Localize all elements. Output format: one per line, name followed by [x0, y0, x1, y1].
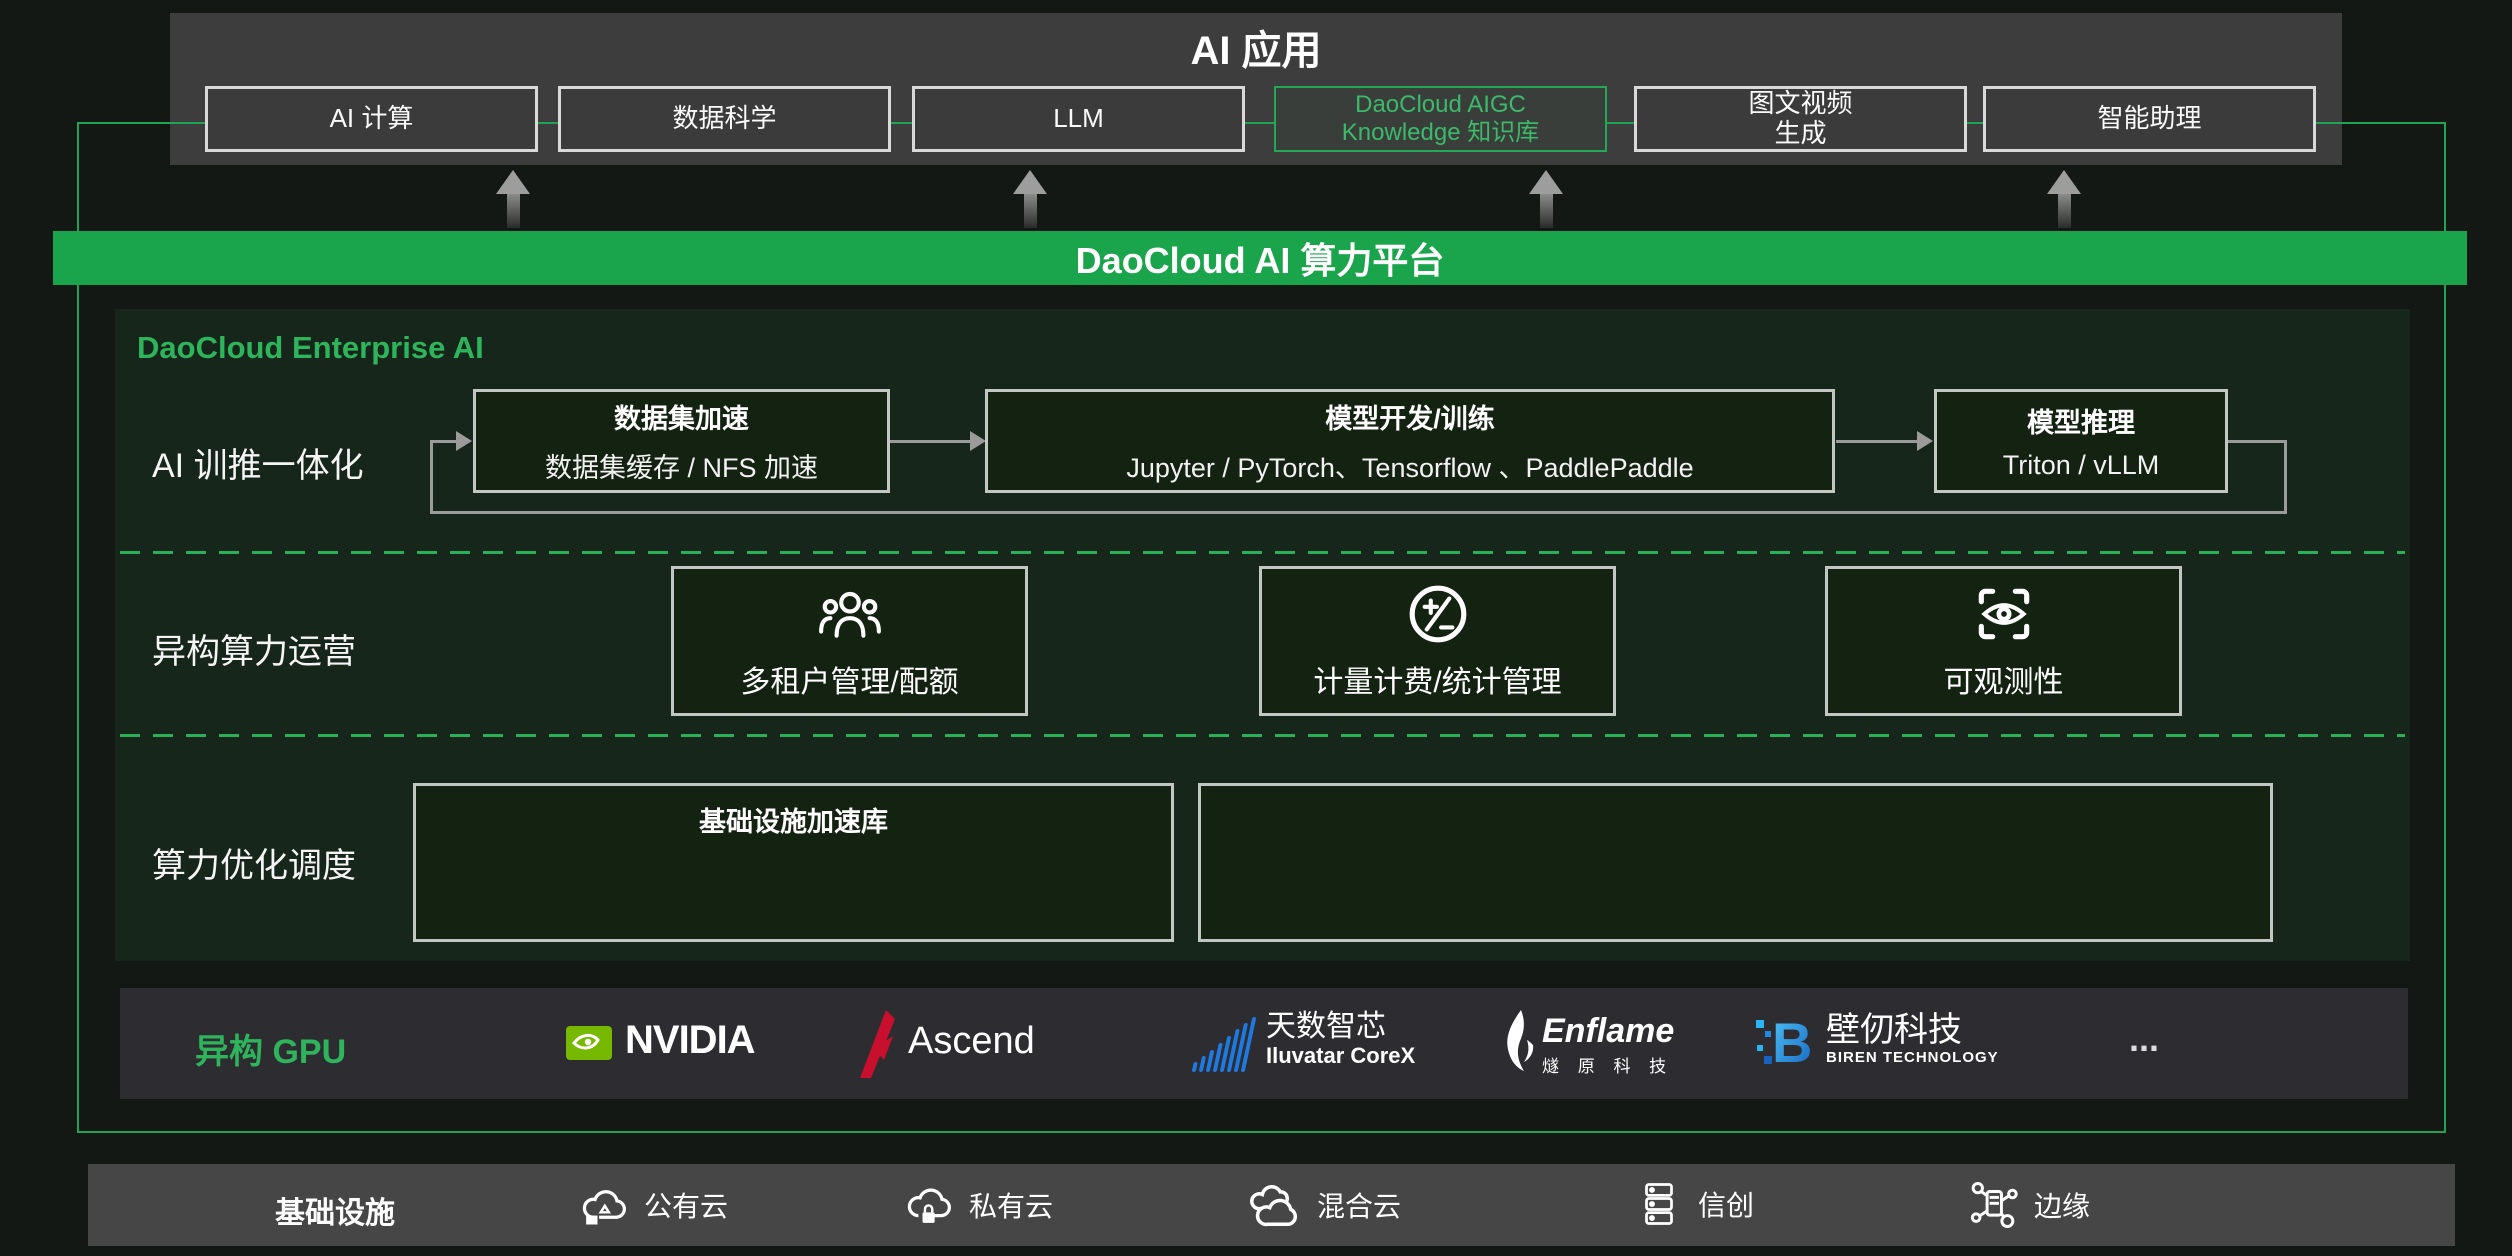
- frame-bottom-line: [77, 1131, 2446, 1133]
- dataset-accel-title: 数据集加速: [614, 397, 749, 436]
- app-box-data-science: 数据科学: [558, 86, 891, 152]
- up-arrow-icon: [496, 170, 530, 228]
- connector-line: [1836, 440, 1918, 443]
- observability-label: 可观测性: [1944, 657, 2064, 701]
- app-box-label: 数据科学: [672, 104, 776, 134]
- multi-tenant-users-icon: [817, 581, 883, 647]
- biren-en-label: BIREN TECHNOLOGY: [1826, 1049, 1999, 1066]
- infra-item-private-cloud: 私有云: [903, 1179, 1053, 1231]
- loop-stub-line: [2228, 440, 2286, 443]
- infrastructure-bar: 基础设施 公有云 私有云: [88, 1164, 2455, 1246]
- public-cloud-label: 公有云: [644, 1185, 728, 1225]
- more-vendors-ellipsis: ...: [2129, 1018, 2159, 1060]
- app-box-label: 智能助理: [2097, 104, 2201, 134]
- model-dev-train-box: 模型开发/训练 Jupyter / PyTorch、Tensorflow 、Pa…: [985, 389, 1835, 493]
- infrastructure-label: 基础设施: [275, 1188, 395, 1232]
- biren-wordmark: 壁仞科技 BIREN TECHNOLOGY: [1826, 1012, 1999, 1066]
- enflame-cn-label: 燧 原 科 技: [1542, 1052, 1674, 1077]
- ascend-logo-icon: [853, 1008, 899, 1080]
- row-separator-dashed: [120, 551, 2405, 554]
- app-box-label-line1: 图文视频: [1748, 89, 1852, 119]
- model-inference-box: 模型推理 Triton / vLLM: [1934, 389, 2228, 493]
- row1-label: AI 训推一体化: [152, 438, 364, 487]
- model-dev-train-title: 模型开发/训练: [1325, 397, 1495, 436]
- gpu-bar-label: 异构 GPU: [195, 1024, 346, 1073]
- infra-accel-lib-title: 基础设施加速库: [699, 800, 888, 839]
- infra-item-hybrid-cloud: 混合云: [1247, 1177, 1401, 1233]
- gpu-vendors-bar: 异构 GPU NVIDIA Ascend: [120, 988, 2408, 1099]
- iluvatar-cn-label: 天数智芯: [1266, 1010, 1415, 1043]
- app-box-assistant: 智能助理: [1983, 86, 2316, 152]
- loop-bottom-rail: [430, 511, 2287, 514]
- loop-left-line: [430, 440, 433, 514]
- xinchuang-label: 信创: [1698, 1184, 1754, 1224]
- app-box-aigc-knowledge: DaoCloud AIGC Knowledge 知识库: [1274, 86, 1607, 152]
- infra-item-public-cloud: 公有云: [578, 1179, 728, 1231]
- row-separator-dashed: [120, 734, 2405, 737]
- edge-label: 边缘: [2034, 1185, 2090, 1225]
- up-arrow-icon: [1013, 170, 1047, 228]
- biren-logo-icon: B: [1752, 1012, 1818, 1074]
- right-arrowhead-icon: [970, 431, 986, 451]
- iluvatar-en-label: Iluvatar CoreX: [1266, 1043, 1415, 1069]
- metering-billing-label: 计量计费/统计管理: [1313, 657, 1561, 701]
- hybrid-cloud-icon: [1247, 1177, 1303, 1233]
- model-inference-subtitle: Triton / vLLM: [2003, 450, 2160, 481]
- observability-eye-icon: [1971, 581, 2037, 647]
- enterprise-title: DaoCloud Enterprise AI: [137, 330, 484, 366]
- row2-label: 异构算力运营: [152, 624, 356, 673]
- edge-nodes-icon: [1966, 1178, 2020, 1232]
- public-cloud-icon: [578, 1179, 630, 1231]
- dataset-accel-subtitle: 数据集缓存 / NFS 加速: [545, 446, 818, 485]
- app-box-ai-compute: AI 计算: [205, 86, 538, 152]
- nvidia-wordmark: NVIDIA: [625, 1018, 755, 1063]
- iluvatar-logo-icon: [1180, 1014, 1256, 1076]
- model-inference-title: 模型推理: [2027, 401, 2135, 440]
- dataset-accel-box: 数据集加速 数据集缓存 / NFS 加速: [473, 389, 890, 493]
- row3-label: 算力优化调度: [152, 838, 356, 887]
- scheduling-box: [1198, 783, 2273, 942]
- app-box-label-line2: Knowledge 知识库: [1342, 119, 1539, 147]
- loop-return-line: [430, 440, 458, 443]
- private-cloud-icon: [903, 1179, 955, 1231]
- enflame-logo-icon: [1502, 1008, 1534, 1078]
- enflame-en-label: Enflame: [1542, 1014, 1674, 1048]
- app-box-image-video-gen: 图文视频 生成: [1634, 86, 1967, 152]
- app-box-label: AI 计算: [330, 104, 414, 134]
- metering-billing-box: 计量计费/统计管理: [1259, 566, 1616, 716]
- loop-right-line: [2284, 440, 2287, 514]
- app-box-label: LLM: [1053, 104, 1104, 134]
- infra-item-xinchuang: 信创: [1634, 1179, 1754, 1229]
- nvidia-logo-icon: [565, 1019, 613, 1067]
- private-cloud-label: 私有云: [969, 1185, 1053, 1225]
- enflame-wordmark: Enflame 燧 原 科 技: [1542, 1014, 1674, 1077]
- app-box-llm: LLM: [912, 86, 1245, 152]
- biren-cn-label: 壁仞科技: [1826, 1012, 1999, 1049]
- architecture-diagram: AI 应用 AI 计算 数据科学 LLM DaoCloud AIGC Knowl…: [0, 0, 2512, 1256]
- multi-tenant-box: 多租户管理/配额: [671, 566, 1028, 716]
- observability-box: 可观测性: [1825, 566, 2182, 716]
- metering-billing-icon: [1405, 581, 1471, 647]
- multi-tenant-label: 多租户管理/配额: [740, 657, 958, 701]
- connector-line: [890, 440, 972, 443]
- right-arrowhead-icon: [456, 431, 472, 451]
- platform-banner-title: DaoCloud AI 算力平台: [1076, 232, 1445, 284]
- up-arrow-icon: [1529, 170, 1563, 228]
- platform-banner: DaoCloud AI 算力平台: [53, 231, 2467, 285]
- up-arrow-icon: [2047, 170, 2081, 228]
- svg-text:B: B: [1772, 1012, 1812, 1074]
- infra-accel-lib-box: 基础设施加速库: [413, 783, 1174, 942]
- model-dev-train-subtitle: Jupyter / PyTorch、Tensorflow 、PaddlePadd…: [1126, 446, 1693, 485]
- ascend-wordmark: Ascend: [908, 1020, 1035, 1063]
- app-box-label-line2: 生成: [1774, 119, 1826, 149]
- ai-application-title: AI 应用: [170, 18, 2342, 76]
- hybrid-cloud-label: 混合云: [1317, 1185, 1401, 1225]
- right-arrowhead-icon: [1917, 431, 1933, 451]
- xinchuang-server-rack-icon: [1634, 1179, 1684, 1229]
- app-box-label-line1: DaoCloud AIGC: [1355, 91, 1526, 119]
- iluvatar-wordmark: 天数智芯 Iluvatar CoreX: [1266, 1010, 1415, 1069]
- infra-item-edge: 边缘: [1966, 1178, 2090, 1232]
